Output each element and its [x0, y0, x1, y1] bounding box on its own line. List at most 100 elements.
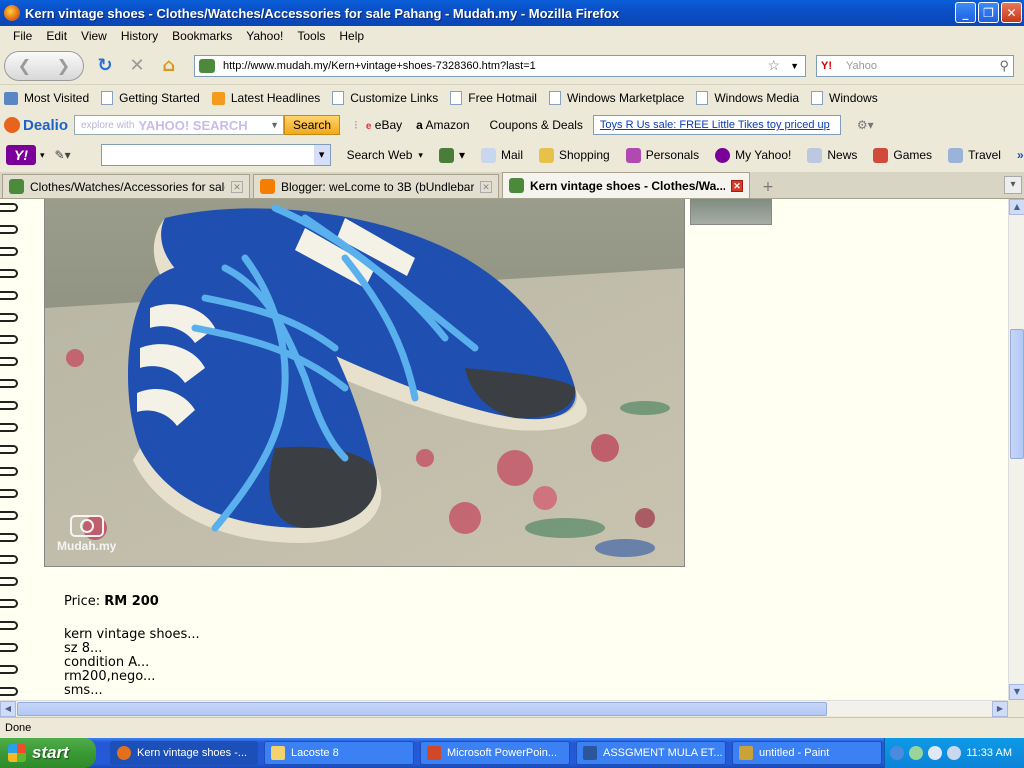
yahoo-logo-dropdown-icon[interactable]: ▾ [40, 150, 45, 161]
menu-help[interactable]: Help [332, 29, 371, 43]
horizontal-scrollbar[interactable]: ◀ ▶ [0, 700, 1008, 717]
maximize-button[interactable]: ❐ [978, 2, 999, 23]
tray-network-icon[interactable] [909, 746, 924, 760]
bookmark-windows[interactable]: Windows [811, 91, 878, 105]
bookmark-customize-links[interactable]: Customize Links [332, 91, 438, 105]
new-tab-button[interactable]: + [755, 176, 781, 198]
tab-blogger[interactable]: Blogger: weLcome to 3B (bUndlebaraN... ✕ [253, 174, 499, 198]
deals-promo-ticker[interactable]: Toys R Us sale: FREE Little Tikes toy pr… [592, 115, 841, 135]
bookmark-free-hotmail[interactable]: Free Hotmail [450, 91, 537, 105]
yahoo-travel-button[interactable]: Travel [948, 147, 1001, 163]
taskbar-item-firefox[interactable]: Kern vintage shoes -... [110, 741, 258, 765]
taskbar-item-powerpoint[interactable]: Microsoft PowerPoin... [420, 741, 570, 765]
tab-clothes-listing[interactable]: Clothes/Watches/Accessories for sale ...… [2, 174, 250, 198]
dealio-search-button[interactable]: Search [284, 115, 341, 135]
yahoo-engine-icon[interactable]: Y! [821, 60, 832, 72]
tray-arrow-icon[interactable] [890, 746, 905, 760]
scroll-left-icon[interactable]: ◀ [0, 701, 16, 717]
notebook-spiral-decoration [0, 199, 22, 700]
bookmark-windows-marketplace[interactable]: Windows Marketplace [548, 91, 684, 105]
dealio-toolbar: Dealio explore with YAHOO! SEARCH ▼ Sear… [0, 111, 1024, 139]
start-label: start [32, 743, 69, 762]
yahoo-personals-button[interactable]: Personals [625, 147, 699, 163]
bookmark-star-icon[interactable]: ☆ [768, 57, 781, 74]
taskbar-item-lacoste-folder[interactable]: Lacoste 8 [264, 741, 414, 765]
yahoo-search-combo[interactable] [100, 144, 331, 166]
toolbar-overflow-chevron-icon[interactable]: » [1017, 148, 1024, 162]
title-bar[interactable]: Kern vintage shoes - Clothes/Watches/Acc… [0, 0, 1024, 26]
taskbar-item-word[interactable]: ASSGMENT MULA ET... [576, 741, 726, 765]
back-button[interactable]: ❮ [18, 56, 31, 75]
promo-text[interactable]: Toys R Us sale: FREE Little Tikes toy pr… [600, 119, 830, 131]
tab-close-icon[interactable]: ✕ [231, 180, 243, 193]
bookmark-most-visited[interactable]: Most Visited [4, 91, 89, 105]
yahoo-logo-icon[interactable]: Y! [6, 145, 36, 165]
page-icon [696, 91, 709, 105]
shoes-photo-illustration: Mudah.my [45, 199, 684, 566]
menu-history[interactable]: History [114, 29, 165, 43]
ebay-link[interactable]: e eBay [366, 118, 402, 132]
start-button[interactable]: start [0, 738, 96, 768]
reload-icon[interactable]: ↻ [94, 55, 116, 77]
scrollbar-corner [1008, 700, 1024, 716]
news-icon [807, 147, 823, 163]
tab-kern-vintage-shoes[interactable]: Kern vintage shoes - Clothes/Wa... ✕ [502, 172, 750, 198]
dealio-settings-gear-icon[interactable]: ⚙▾ [857, 118, 874, 132]
system-tray: 11:33 AM [884, 738, 1024, 768]
page-icon [811, 91, 824, 105]
window-title: Kern vintage shoes - Clothes/Watches/Acc… [25, 5, 620, 21]
menu-yahoo[interactable]: Yahoo! [239, 29, 290, 43]
bookmark-latest-headlines[interactable]: Latest Headlines [211, 91, 320, 105]
yahoo-shield-icon[interactable]: ▾ [438, 147, 465, 163]
clock[interactable]: 11:33 AM [966, 747, 1012, 759]
scroll-right-icon[interactable]: ▶ [992, 701, 1008, 717]
vertical-scroll-thumb[interactable] [1010, 329, 1024, 459]
paint-icon [739, 746, 753, 760]
minimize-button[interactable]: _ [955, 2, 976, 23]
dealio-search-dropdown-icon[interactable]: ▼ [270, 120, 279, 130]
search-magnifier-icon[interactable]: ⚲ [999, 58, 1009, 74]
windows-flag-icon [8, 744, 26, 762]
yahoo-my-yahoo-button[interactable]: My Yahoo! [715, 147, 791, 163]
menu-bookmarks[interactable]: Bookmarks [165, 29, 239, 43]
yahoo-mail-button[interactable]: Mail [480, 147, 523, 163]
menu-view[interactable]: View [74, 29, 114, 43]
vertical-scrollbar[interactable]: ▲ ▼ [1008, 199, 1024, 700]
taskbar-item-paint[interactable]: untitled - Paint [732, 741, 882, 765]
photo-thumbnail[interactable] [690, 199, 772, 225]
stop-icon[interactable]: ✕ [126, 55, 148, 77]
dealio-search-hint: explore with [81, 119, 135, 131]
close-window-button[interactable]: ✕ [1001, 2, 1022, 23]
bookmark-label: Customize Links [350, 91, 439, 105]
search-box[interactable]: Y! Yahoo ⚲ [816, 54, 1014, 77]
tray-messenger-icon[interactable] [928, 746, 943, 760]
dealio-logo[interactable]: Dealio [4, 117, 68, 134]
yahoo-games-button[interactable]: Games [873, 147, 932, 163]
scroll-up-icon[interactable]: ▲ [1009, 199, 1024, 215]
yahoo-news-button[interactable]: News [807, 147, 857, 163]
coupons-deals-link[interactable]: Coupons & Deals [490, 118, 583, 132]
listing-photo[interactable]: Mudah.my [44, 199, 685, 567]
bookmark-getting-started[interactable]: Getting Started [101, 91, 200, 105]
list-all-tabs-button[interactable]: ▾ [1004, 176, 1022, 194]
home-icon[interactable]: ⌂ [158, 55, 180, 77]
dealio-search-input[interactable]: explore with YAHOO! SEARCH ▼ [74, 115, 285, 135]
horizontal-scroll-thumb[interactable] [17, 702, 827, 716]
forward-button[interactable]: ❯ [57, 56, 70, 75]
amazon-link[interactable]: a Amazon [416, 118, 469, 132]
yahoo-shopping-button[interactable]: Shopping [539, 147, 610, 163]
url-text[interactable]: http://www.mudah.my/Kern+vintage+shoes-7… [223, 60, 768, 72]
menu-edit[interactable]: Edit [39, 29, 74, 43]
scroll-down-icon[interactable]: ▼ [1009, 684, 1024, 700]
dealio-logo-text: Dealio [23, 116, 69, 134]
tab-close-icon[interactable]: ✕ [731, 179, 743, 192]
url-dropdown-icon[interactable]: ▼ [790, 61, 799, 71]
address-bar[interactable]: http://www.mudah.my/Kern+vintage+shoes-7… [194, 54, 806, 77]
yahoo-search-web-button[interactable]: Search Web ▾ [347, 148, 423, 162]
tab-close-icon[interactable]: ✕ [480, 180, 492, 193]
tray-volume-icon[interactable] [947, 746, 962, 760]
bookmark-windows-media[interactable]: Windows Media [696, 91, 799, 105]
yahoo-pencil-icon[interactable]: ✎▾ [55, 148, 71, 162]
menu-tools[interactable]: Tools [290, 29, 332, 43]
menu-file[interactable]: File [6, 29, 39, 43]
